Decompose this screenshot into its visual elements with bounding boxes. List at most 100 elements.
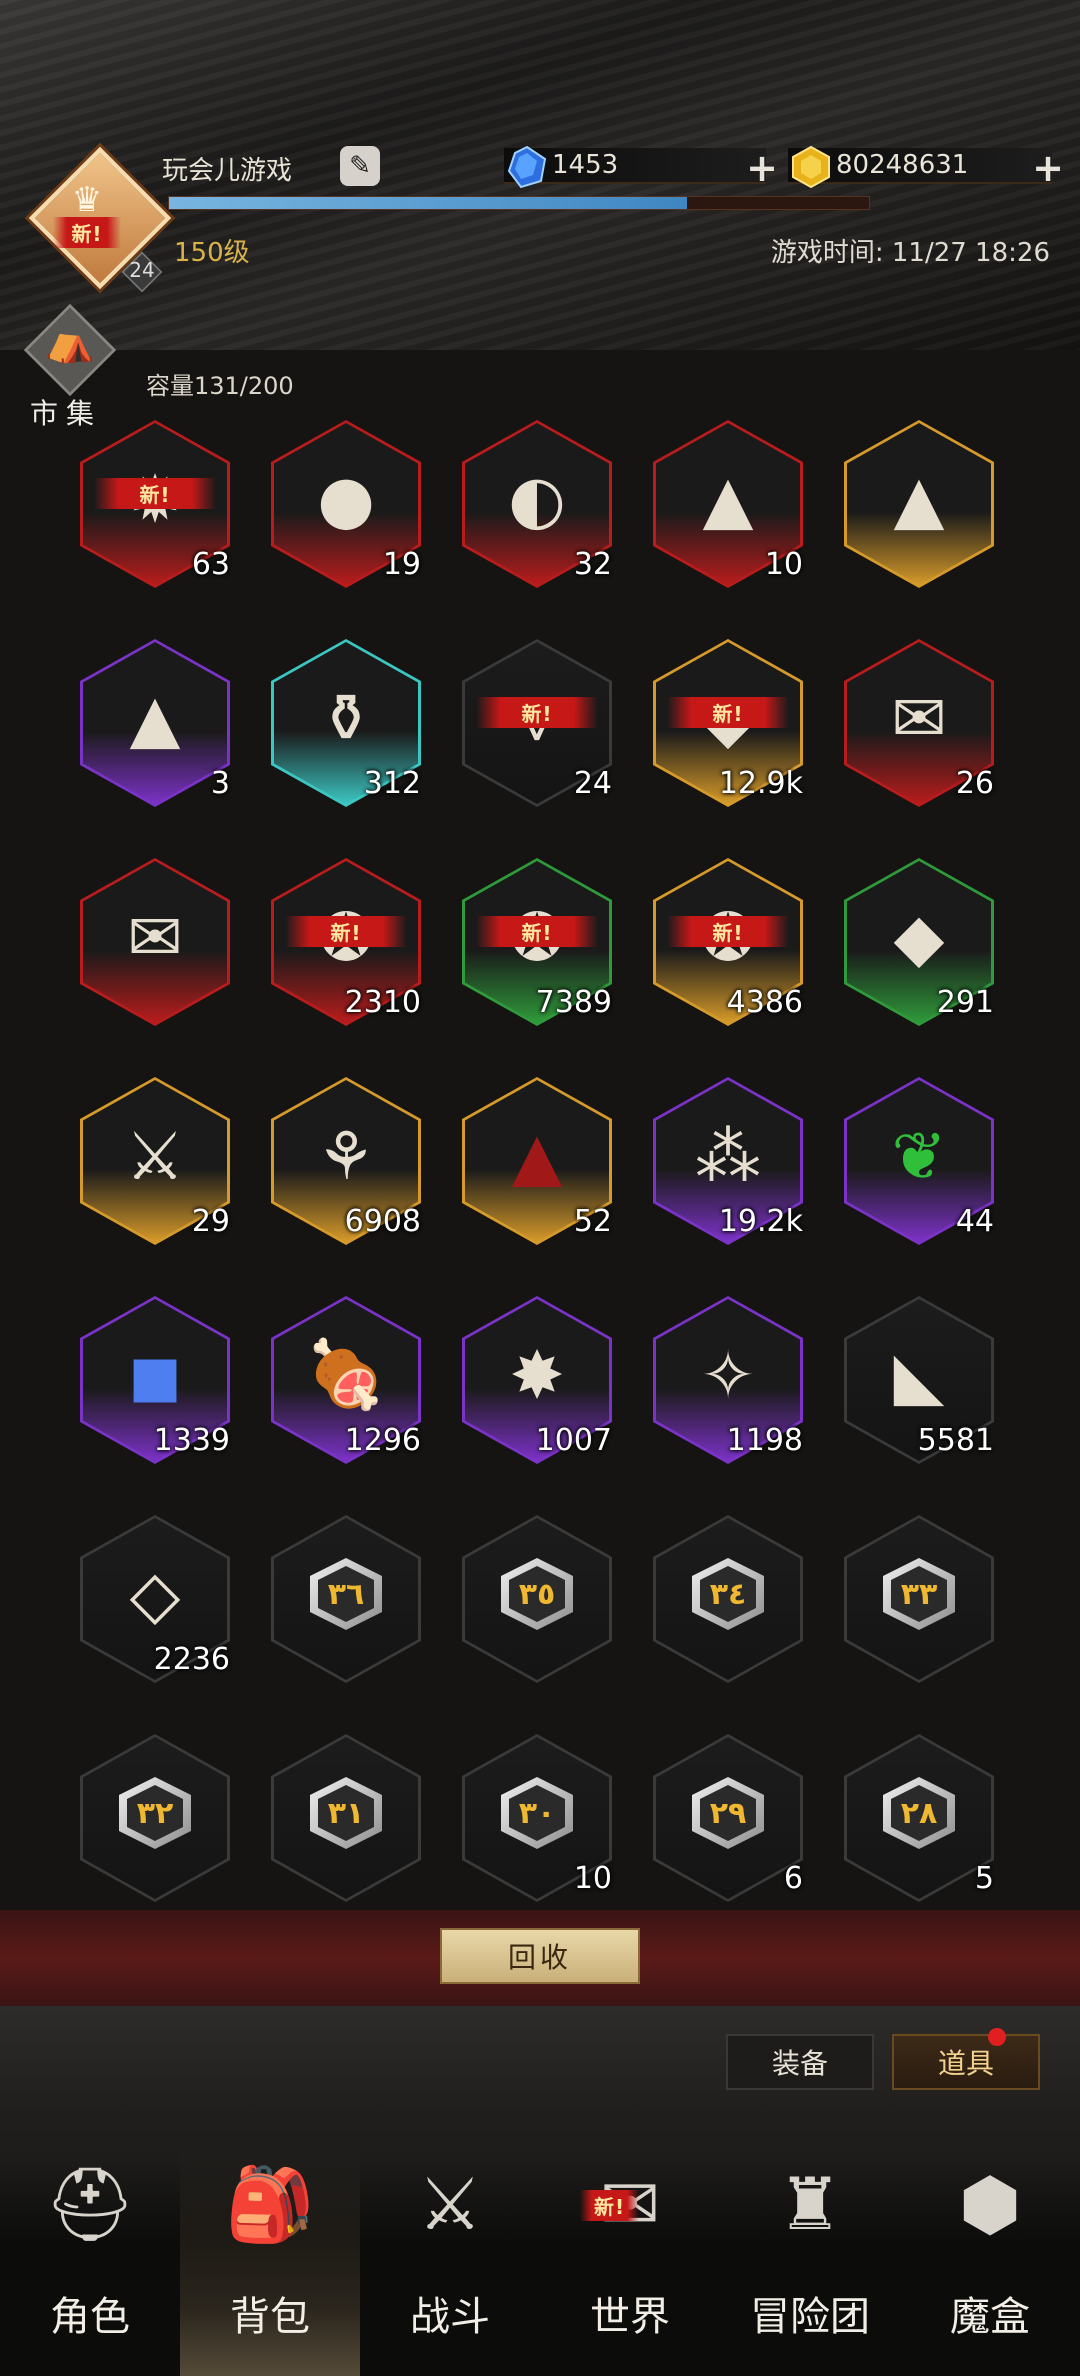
inventory-slot[interactable]: ٢٩ 6 [653, 1734, 803, 1902]
inventory-slot[interactable]: ✧ 1198 [653, 1296, 803, 1464]
avatar-level-badge-text: 24 [129, 258, 155, 282]
inventory-slot[interactable]: ● 19 [271, 420, 421, 588]
inventory-slot[interactable]: ◣ 5581 [844, 1296, 994, 1464]
experience-bar [168, 196, 870, 210]
inventory-slot[interactable]: ✹新!63 [80, 420, 230, 588]
inventory-slot[interactable]: ▲ 3 [80, 639, 230, 807]
nav-item-0[interactable]: ⛑ 角色 [0, 2150, 180, 2376]
gold-coin-icon [788, 144, 834, 190]
inventory-slot[interactable]: ٣٤ [653, 1515, 803, 1683]
inventory-slot[interactable]: ▲ [844, 420, 994, 588]
new-badge: 新! [667, 916, 789, 947]
crown-icon: ♛ [71, 179, 103, 220]
inventory-slot[interactable]: ٣٢ [80, 1734, 230, 1902]
rune-label: ٣٣ [891, 1566, 947, 1622]
item-count: 52 [573, 1204, 612, 1239]
nav-label: 魔盒 [950, 2294, 1030, 2340]
inventory-slot[interactable]: ⩔新!24 [462, 639, 612, 807]
gem-crystal-icon: ◇ [129, 1555, 181, 1633]
capacity-text: 容量131/200 [146, 372, 294, 400]
rune-icon: ٣٣ [874, 1549, 964, 1639]
castle-icon: ♜ [777, 2162, 843, 2246]
recycle-button[interactable]: 回收 [440, 1928, 640, 1984]
item-count: 1007 [535, 1423, 612, 1458]
inventory-grid: ✹新!63●19◐32▲10▲▲3⚱312⩔新!24◆新!12.9k✉26✉✪新… [20, 420, 1060, 1910]
inventory-slot[interactable]: ◆新!12.9k [653, 639, 803, 807]
nav-label: 背包 [230, 2294, 310, 2340]
nav-item-2[interactable]: ⚔ 战斗 [360, 2150, 540, 2376]
rune-label: ٣٢ [127, 1785, 183, 1841]
rune-icon: ٣٢ [110, 1768, 200, 1858]
inventory-slot[interactable]: ✪新!7389 [462, 858, 612, 1026]
nav-item-4[interactable]: ♜ 冒险团 [720, 2150, 900, 2376]
inventory-slot[interactable]: ٣٠ 10 [462, 1734, 612, 1902]
rune-label: ٢٩ [700, 1785, 756, 1841]
game-time: 游戏时间: 11/27 18:26 [770, 238, 1050, 268]
inventory-slot[interactable]: ✉ 26 [844, 639, 994, 807]
item-count: 2236 [153, 1642, 230, 1677]
rune-label: ٣٤ [700, 1566, 756, 1622]
add-gold-button[interactable]: + [1032, 146, 1064, 190]
item-count: 63 [191, 547, 230, 582]
inventory-slot[interactable]: ◐ 32 [462, 420, 612, 588]
inventory-slot[interactable]: ◆ 291 [844, 858, 994, 1026]
upgrade-scroll-icon: ✉ [127, 898, 183, 976]
inventory-slot[interactable]: ٣١ [271, 1734, 421, 1902]
meat-bone-icon: 🍖 [304, 1336, 388, 1413]
add-gems-button[interactable]: + [746, 146, 778, 190]
inventory-slot[interactable]: ◼ 1339 [80, 1296, 230, 1464]
edit-icon[interactable]: ✎ [340, 146, 380, 186]
nav-item-5[interactable]: ⬢ 魔盒 [900, 2150, 1080, 2376]
inventory-slot[interactable]: ⚔ 29 [80, 1077, 230, 1245]
sand-pile-icon: ▲ [702, 460, 754, 538]
tab-equipment[interactable]: 装备 [726, 2034, 874, 2090]
market-stall-icon: ⛺ [45, 319, 95, 365]
nav-item-1[interactable]: 🎒 背包 [180, 2150, 360, 2376]
nav-label: 战斗 [410, 2294, 490, 2340]
inventory-slot[interactable]: ◇ 2236 [80, 1515, 230, 1683]
inventory-slot[interactable]: ✉ [80, 858, 230, 1026]
item-count: 1296 [344, 1423, 421, 1458]
item-count: 19 [382, 547, 421, 582]
inventory-slot[interactable]: ⁂ 19.2k [653, 1077, 803, 1245]
inventory-slot[interactable]: ▲ 10 [653, 420, 803, 588]
item-count: 6 [783, 1861, 803, 1896]
crystal-shard-icon: ◆ [893, 898, 945, 976]
inventory-slot[interactable]: ✪新!4386 [653, 858, 803, 1026]
experience-bar-fill [169, 197, 687, 209]
item-count: 291 [936, 985, 994, 1020]
inventory-slot[interactable]: ٣٦ [271, 1515, 421, 1683]
rune-icon: ٣٤ [683, 1549, 773, 1639]
item-count: 6908 [344, 1204, 421, 1239]
gem-currency: 1453 + [504, 144, 778, 190]
crystal-cluster-icon: ✧ [700, 1336, 756, 1414]
inventory-slot[interactable]: ⚱ 312 [271, 639, 421, 807]
inventory-slot[interactable]: ❦ 44 [844, 1077, 994, 1245]
item-count: 1198 [726, 1423, 803, 1458]
inventory-slot[interactable]: ▲ 52 [462, 1077, 612, 1245]
gold-currency: 80248631 + [788, 144, 1064, 190]
nav-item-3[interactable]: ✉新!世界 [540, 2150, 720, 2376]
inventory-slot[interactable]: ٣٣ [844, 1515, 994, 1683]
rune-icon: ٢٩ [683, 1768, 773, 1858]
item-count: 24 [573, 766, 612, 801]
inventory-slot[interactable]: 🍖 1296 [271, 1296, 421, 1464]
inventory-slot[interactable]: ✪新!2310 [271, 858, 421, 1026]
rune-icon: ٣٥ [492, 1549, 582, 1639]
rune-icon: ٣٠ [492, 1768, 582, 1858]
new-badge: 新! [667, 697, 789, 728]
inventory-slot[interactable]: ✸ 1007 [462, 1296, 612, 1464]
item-count: 26 [955, 766, 994, 801]
item-count: 1339 [153, 1423, 230, 1458]
item-count: 5581 [917, 1423, 994, 1458]
item-count: 32 [573, 547, 612, 582]
blue-gem-icon [504, 144, 550, 190]
inventory-slot[interactable]: ٢٨ 5 [844, 1734, 994, 1902]
tab-items[interactable]: 道具 [892, 2034, 1040, 2090]
crescent-rock-icon: ◐ [508, 460, 566, 538]
inventory-slot[interactable]: ٣٥ [462, 1515, 612, 1683]
new-badge: 新! [53, 216, 121, 248]
scattered-shards-icon: ⁂ [695, 1117, 761, 1195]
green-leaf-icon: ❦ [891, 1117, 947, 1195]
inventory-slot[interactable]: ⚘ 6908 [271, 1077, 421, 1245]
